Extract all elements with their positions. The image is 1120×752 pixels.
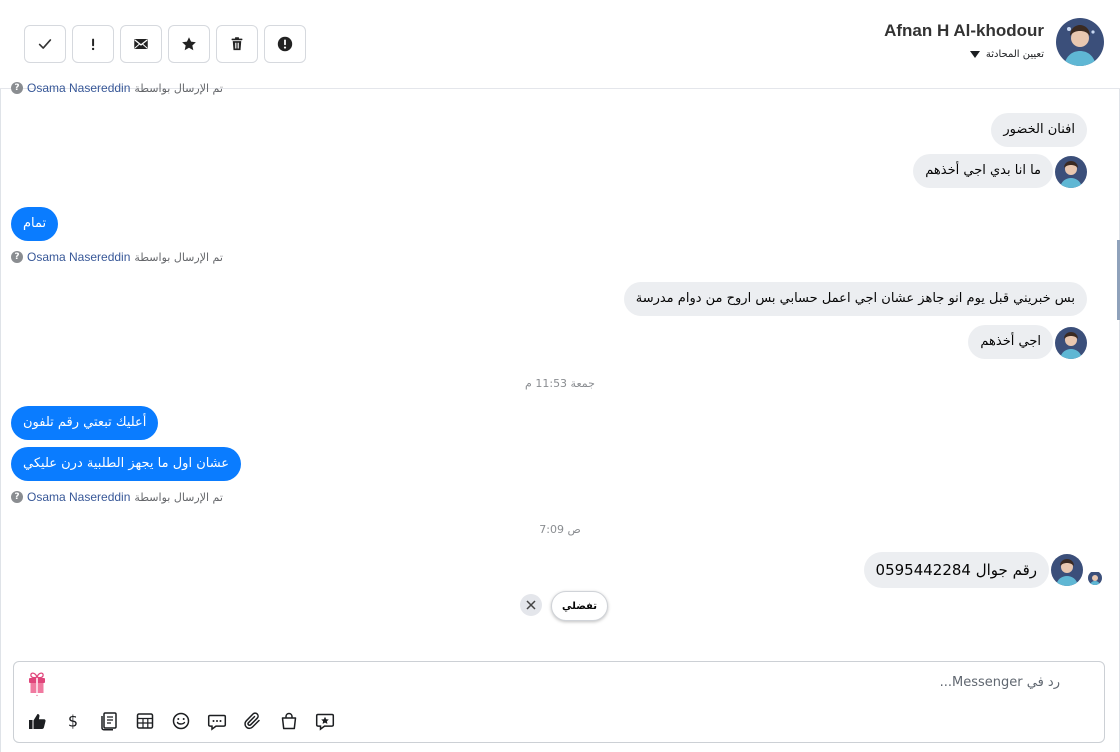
timestamp: 7:09 ص	[539, 523, 581, 536]
incoming-message[interactable]: بس خبريني قبل يوم انو جاهز عشان اجي اعمل…	[623, 282, 1087, 316]
sender-name[interactable]: Osama Nasereddin	[27, 81, 130, 95]
incoming-message[interactable]: اجي أخذهم	[968, 325, 1053, 359]
close-icon	[526, 600, 536, 610]
trash-icon	[231, 37, 243, 51]
dollar-icon[interactable]: $	[61, 709, 85, 733]
report-spam-button[interactable]	[264, 25, 306, 63]
seen-indicator-avatar	[1088, 571, 1102, 585]
action-toolbar	[24, 25, 306, 63]
dismiss-quick-reply-button[interactable]	[520, 594, 542, 616]
incoming-message[interactable]: ما انا بدي اجي أخذهم	[913, 154, 1053, 188]
emoji-icon[interactable]	[169, 709, 193, 733]
envelope-icon	[134, 39, 148, 49]
check-icon	[38, 39, 52, 49]
svg-text:✦: ✦	[36, 694, 39, 698]
incoming-message-row: رقم جوال 0595442284	[863, 552, 1102, 588]
sent-by-label: تم الإرسال بواسطة	[134, 250, 223, 264]
conversation-header: Afnan H Al-khodour تعيين المحادثة	[0, 0, 1120, 89]
table-icon[interactable]	[133, 709, 157, 733]
conversation-panel	[0, 0, 1120, 752]
composer-toolbar: $	[25, 709, 337, 733]
outgoing-message[interactable]: عشان اول ما يجهز الطلبية درن عليكي	[11, 447, 242, 481]
question-icon: ?	[11, 82, 23, 94]
contact-avatar-small	[1055, 327, 1087, 359]
mark-important-button[interactable]	[72, 25, 114, 63]
assign-conversation-dropdown[interactable]: تعيين المحادثة	[884, 49, 1044, 60]
chat-bubble-icon[interactable]	[205, 709, 229, 733]
sent-by-label: تم الإرسال بواسطة	[134, 490, 223, 504]
incoming-message-row: ما انا بدي اجي أخذهم	[913, 154, 1087, 188]
thumbs-up-icon[interactable]	[25, 709, 49, 733]
exclamation-icon	[91, 38, 95, 51]
star-message-icon[interactable]	[313, 709, 337, 733]
mark-done-button[interactable]	[24, 25, 66, 63]
sent-by-note: ? Osama Nasereddin تم الإرسال بواسطة	[11, 490, 223, 504]
mark-unread-button[interactable]	[120, 25, 162, 63]
paperclip-icon[interactable]	[241, 709, 265, 733]
gift-icon[interactable]: ✦	[26, 671, 48, 698]
caret-down-icon	[969, 51, 980, 58]
sender-name[interactable]: Osama Nasereddin	[27, 250, 130, 264]
alert-circle-icon	[277, 36, 293, 52]
delete-button[interactable]	[216, 25, 258, 63]
contact-avatar-small	[1055, 156, 1087, 188]
sent-by-note: ? Osama Nasereddin تم الإرسال بواسطة	[11, 250, 223, 264]
question-icon: ?	[11, 251, 23, 263]
sent-by-label: تم الإرسال بواسطة	[134, 81, 223, 95]
contact-avatar-small	[1051, 554, 1083, 586]
sent-by-note-clipped: ? Osama Nasereddin تم الإرسال بواسطة	[11, 81, 223, 95]
incoming-message[interactable]: افنان الخضور	[991, 113, 1087, 147]
incoming-message[interactable]: رقم جوال 0595442284	[863, 552, 1049, 588]
reply-input[interactable]	[460, 675, 1060, 690]
outgoing-message[interactable]: تمام	[11, 207, 59, 241]
incoming-message-row: اجي أخذهم	[968, 325, 1087, 359]
quick-reply-chip[interactable]: تفضلي	[551, 591, 609, 621]
contact-name: Afnan H Al-khodour	[884, 21, 1044, 40]
question-icon: ?	[11, 491, 23, 503]
saved-reply-icon[interactable]	[97, 709, 121, 733]
svg-text:$: $	[68, 712, 78, 731]
contact-avatar[interactable]	[1056, 18, 1104, 66]
assign-conversation-label: تعيين المحادثة	[985, 49, 1044, 60]
contact-info: Afnan H Al-khodour تعيين المحادثة	[884, 18, 1104, 66]
timestamp: جمعة 11:53 م	[525, 377, 595, 390]
reply-composer: ✦ $	[13, 661, 1105, 743]
outgoing-message[interactable]: أعليك تبعتي رقم تلفون	[11, 406, 159, 440]
star-icon	[182, 37, 196, 51]
shopping-bag-icon[interactable]	[277, 709, 301, 733]
star-button[interactable]	[168, 25, 210, 63]
sender-name[interactable]: Osama Nasereddin	[27, 490, 130, 504]
